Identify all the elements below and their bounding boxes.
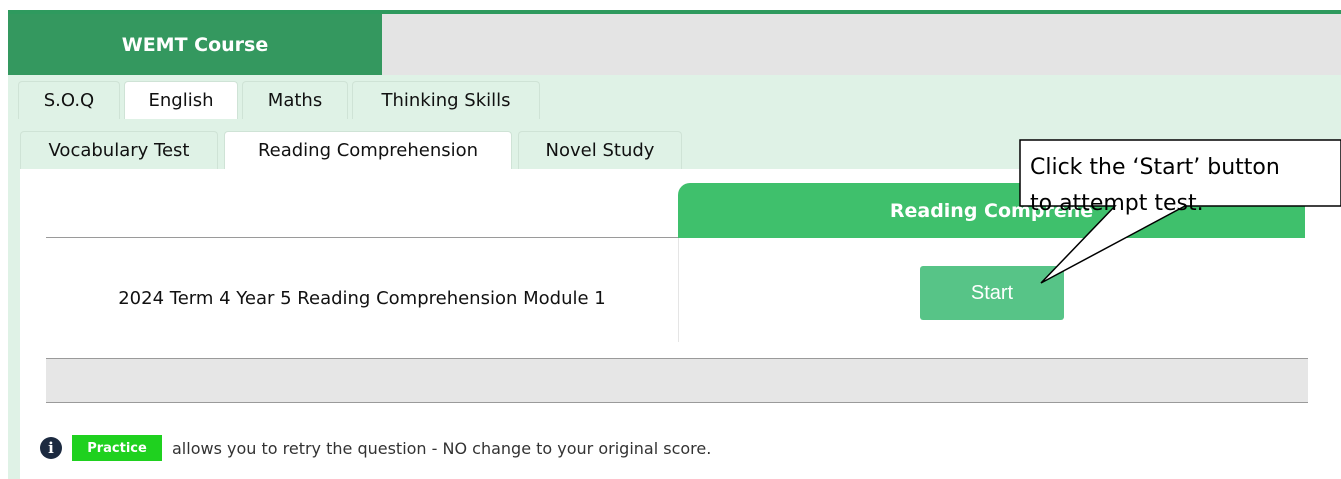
tab-maths[interactable]: Maths bbox=[242, 81, 348, 119]
tab-soq[interactable]: S.O.Q bbox=[18, 81, 120, 119]
module-name: 2024 Term 4 Year 5 Reading Comprehension… bbox=[118, 287, 606, 309]
course-title: WEMT Course bbox=[121, 33, 269, 56]
tab-label: Thinking Skills bbox=[381, 90, 511, 111]
tab-label: English bbox=[148, 90, 214, 111]
column-divider bbox=[678, 238, 679, 342]
tab-label: Maths bbox=[267, 90, 323, 111]
tab-label: S.O.Q bbox=[43, 90, 95, 111]
tab-label: Vocabulary Test bbox=[48, 140, 190, 161]
table-row: 2024 Term 4 Year 5 Reading Comprehension… bbox=[46, 238, 678, 358]
header-bar bbox=[382, 14, 1341, 75]
info-text: allows you to retry the question - NO ch… bbox=[172, 438, 712, 458]
info-icon: i bbox=[40, 437, 62, 459]
callout-line-2: to attempt test. bbox=[1030, 191, 1204, 216]
callout-text: Click the ‘Start’ button to attempt test… bbox=[1030, 150, 1340, 222]
tab-thinking-skills[interactable]: Thinking Skills bbox=[352, 81, 540, 119]
info-line: i Practice allows you to retry the quest… bbox=[40, 433, 711, 463]
practice-badge: Practice bbox=[72, 435, 162, 461]
tab-label: Reading Comprehension bbox=[257, 140, 479, 161]
start-button[interactable]: Start bbox=[920, 266, 1064, 320]
tab-english[interactable]: English bbox=[124, 81, 238, 119]
tab-vocabulary-test[interactable]: Vocabulary Test bbox=[20, 131, 218, 169]
course-tab[interactable]: WEMT Course bbox=[8, 14, 382, 75]
table-bottom-line bbox=[46, 402, 1308, 403]
tab-reading-comprehension[interactable]: Reading Comprehension bbox=[224, 131, 512, 169]
tab-novel-study[interactable]: Novel Study bbox=[518, 131, 682, 169]
tab-label: Novel Study bbox=[545, 140, 655, 161]
table-footer-row bbox=[46, 359, 1308, 402]
callout-line-1: Click the ‘Start’ button bbox=[1030, 155, 1280, 180]
